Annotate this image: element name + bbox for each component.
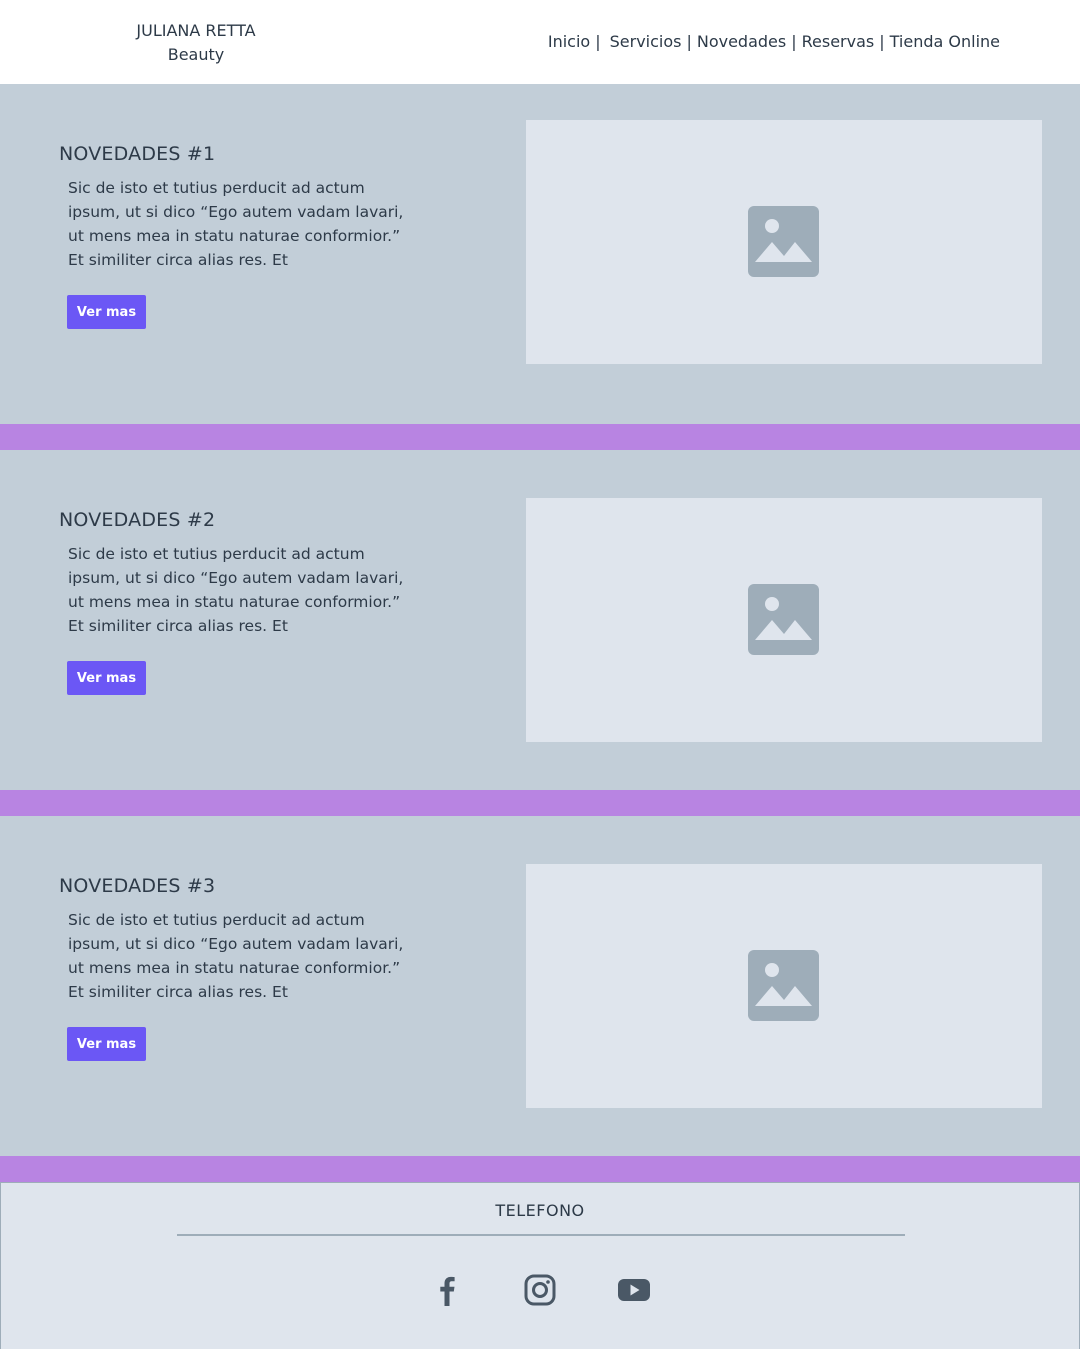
section-divider — [0, 790, 1080, 816]
facebook-icon[interactable] — [429, 1272, 465, 1308]
nav-item-reservas[interactable]: Reservas — [802, 30, 875, 54]
news-section: NOVEDADES #2 Sic de isto et tutius perdu… — [0, 450, 1080, 790]
brand-name: JULIANA RETTA — [136, 21, 256, 40]
ver-mas-button[interactable]: Ver mas — [67, 1027, 146, 1061]
ver-mas-button[interactable]: Ver mas — [67, 295, 146, 329]
site-header: JULIANA RETTA Beauty Inicio | Servicios … — [0, 0, 1080, 84]
footer-divider — [177, 1234, 905, 1236]
image-placeholder-icon — [748, 950, 819, 1021]
section-divider — [0, 424, 1080, 450]
nav-separator: | — [791, 32, 797, 51]
nav-item-novedades[interactable]: Novedades — [697, 30, 786, 54]
section-divider — [0, 1156, 1080, 1182]
news-excerpt: Sic de isto et tutius perducit ad actum … — [68, 179, 404, 269]
news-title: NOVEDADES #1 — [59, 143, 216, 165]
nav-separator: | — [879, 32, 885, 51]
news-title: NOVEDADES #2 — [59, 509, 216, 531]
instagram-icon[interactable] — [522, 1272, 558, 1308]
main-nav: Inicio | Servicios | Novedades | Reserva… — [548, 30, 1000, 54]
news-section: NOVEDADES #3 Sic de isto et tutius perdu… — [0, 816, 1080, 1156]
news-image[interactable] — [526, 120, 1042, 364]
phone-label: TELEFONO — [495, 1201, 585, 1220]
news-title: NOVEDADES #3 — [59, 875, 216, 897]
news-excerpt: Sic de isto et tutius perducit ad actum … — [68, 911, 404, 1001]
site-footer: TELEFONO — [0, 1182, 1080, 1349]
news-section: NOVEDADES #1 Sic de isto et tutius perdu… — [0, 84, 1080, 424]
image-placeholder-icon — [748, 584, 819, 655]
image-placeholder-icon — [748, 206, 819, 277]
youtube-icon[interactable] — [616, 1272, 652, 1308]
news-image[interactable] — [526, 864, 1042, 1108]
news-excerpt: Sic de isto et tutius perducit ad actum … — [68, 545, 404, 635]
brand-logo[interactable]: JULIANA RETTA Beauty — [96, 19, 296, 67]
nav-item-servicios[interactable]: Servicios — [610, 30, 682, 54]
brand-tagline: Beauty — [167, 45, 225, 64]
ver-mas-button[interactable]: Ver mas — [67, 661, 146, 695]
nav-separator: | — [595, 32, 601, 51]
nav-item-tienda-online[interactable]: Tienda Online — [890, 30, 1000, 54]
nav-item-inicio[interactable]: Inicio — [548, 30, 590, 54]
news-image[interactable] — [526, 498, 1042, 742]
nav-separator: | — [686, 32, 692, 51]
